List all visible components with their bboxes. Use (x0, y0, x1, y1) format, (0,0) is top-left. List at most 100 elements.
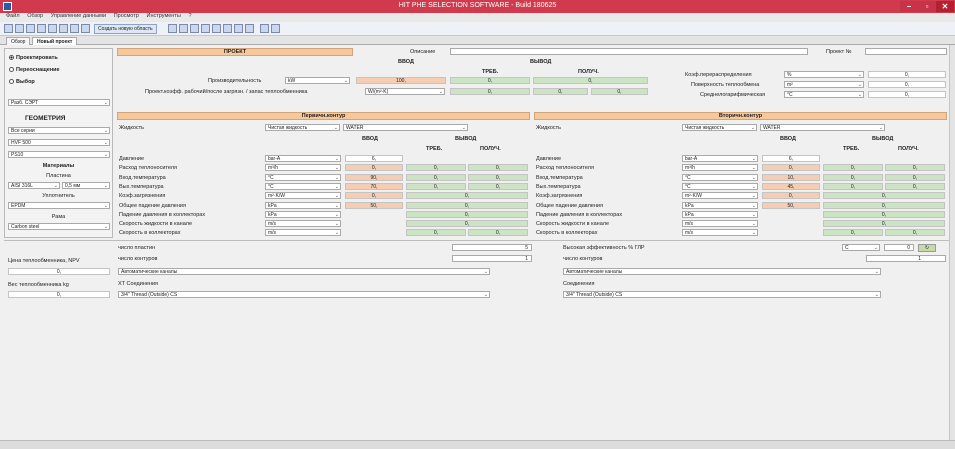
radio-select[interactable]: Выбор (9, 79, 109, 85)
report-icon[interactable] (201, 24, 210, 33)
save-icon[interactable] (26, 24, 35, 33)
primary-row-input[interactable]: 6, (345, 155, 403, 162)
secondary-row-unit-select[interactable]: kPa ⌄ (682, 201, 758, 209)
primary-row-unit-select[interactable]: bar-A ⌄ (265, 155, 341, 162)
connections2-select[interactable]: 3/4" Thread (Outside) CS ⌄ (563, 291, 881, 298)
menu-data[interactable]: Управление данными (51, 13, 106, 19)
primary-row-unit-select[interactable]: °C ⌄ (265, 182, 341, 190)
primary-row-unit-select[interactable]: °C ⌄ (265, 173, 341, 181)
tab-new-project[interactable]: Новый проект (32, 37, 78, 45)
capacity-unit-select[interactable]: kW ⌄ (285, 77, 350, 84)
menu-file[interactable]: Файл (6, 13, 20, 19)
description-input[interactable] (450, 48, 808, 55)
primary-row-unit-select[interactable]: kPa ⌄ (265, 210, 341, 218)
primary-fluid-type-select[interactable]: Чистая жидкость ⌄ (265, 124, 340, 131)
secondary-row-input[interactable]: 50, (762, 201, 820, 209)
secondary-row-input[interactable]: 0, (762, 192, 820, 200)
search-icon[interactable] (245, 24, 254, 33)
primary-row-input[interactable]: 50, (345, 201, 403, 209)
lmtd-unit-select[interactable]: °C ⌄ (784, 91, 864, 98)
secondary-row-unit-select[interactable]: bar-A ⌄ (682, 155, 758, 162)
capacity-input[interactable]: 100, (356, 77, 446, 84)
calc-icon[interactable] (168, 24, 177, 33)
close-button[interactable]: ✕ (936, 1, 954, 12)
secondary-row-unit-select[interactable]: m³/h ⌄ (682, 164, 758, 172)
secondary-row-input[interactable] (762, 229, 820, 236)
filter-icon[interactable] (234, 24, 243, 33)
redundancy-unit-select[interactable]: % ⌄ (784, 71, 864, 78)
vertical-scrollbar[interactable] (949, 45, 955, 440)
window-icon[interactable] (260, 24, 269, 33)
passes-input[interactable]: 1 (452, 255, 532, 262)
primary-row-input[interactable] (345, 220, 403, 227)
primary-row-input[interactable]: 0, (345, 164, 403, 172)
secondary-row-input[interactable]: 6, (762, 155, 820, 162)
radio-project[interactable]: Проектировать (9, 55, 109, 61)
efficiency-input[interactable]: 0 (884, 244, 914, 251)
efficiency-apply-icon[interactable]: ↻ (918, 244, 936, 252)
primary-row-input[interactable] (345, 229, 403, 236)
gasket-select[interactable]: EPDM ⌄ (8, 202, 110, 209)
primary-row-input[interactable]: 0, (345, 192, 403, 200)
menu-help[interactable]: ? (188, 13, 191, 19)
primary-row-unit-select[interactable]: m/s ⌄ (265, 229, 341, 237)
paste-icon[interactable] (81, 24, 90, 33)
tab-overview[interactable]: Обзор (6, 37, 31, 45)
htc-unit-select[interactable]: W/(m²·K) ⌄ (365, 88, 445, 95)
model-select[interactable]: HVF 500 ⌄ (8, 139, 110, 146)
new-file-icon[interactable] (4, 24, 13, 33)
plate-thickness-select[interactable]: 0,5 мм ⌄ (62, 182, 110, 189)
secondary-row-input[interactable]: 10, (762, 173, 820, 181)
passes2-input[interactable]: 1 (866, 255, 946, 262)
menu-view[interactable]: Обзор (27, 13, 43, 19)
area-unit-select[interactable]: m² ⌄ (784, 81, 864, 88)
connections-select[interactable]: 3/4" Thread (Outside) CS ⌄ (118, 291, 490, 298)
redo-icon[interactable] (59, 24, 68, 33)
minimize-button[interactable]: – (900, 1, 918, 12)
channels-select[interactable]: Автоматические каналы ⌄ (118, 268, 490, 275)
undo-icon[interactable] (48, 24, 57, 33)
secondary-fluid-select[interactable]: WATER ⌄ (760, 124, 885, 131)
primary-row-input[interactable]: 70, (345, 182, 403, 190)
radio-retrofit[interactable]: Переоснащение (9, 67, 109, 73)
secondary-row-unit-select[interactable]: m/s ⌄ (682, 220, 758, 228)
secondary-row-input[interactable]: 0, (762, 164, 820, 172)
secondary-fluid-type-select[interactable]: Чистая жидкость ⌄ (682, 124, 757, 131)
primary-row-input[interactable]: 90, (345, 173, 403, 181)
open-icon[interactable] (15, 24, 24, 33)
plates-input[interactable]: 5 (452, 244, 532, 251)
primary-row-unit-select[interactable]: m³/h ⌄ (265, 164, 341, 172)
secondary-row-unit-select[interactable]: °C ⌄ (682, 173, 758, 181)
secondary-row-unit-select[interactable]: kPa ⌄ (682, 210, 758, 218)
create-area-button[interactable]: Создать новую область (94, 24, 157, 34)
menu-tools[interactable]: Инструменты (147, 13, 181, 19)
frame-select[interactable]: Carbon steel ⌄ (8, 223, 110, 230)
primary-row-unit-select[interactable]: m²·K/W ⌄ (265, 192, 341, 200)
redundancy-value[interactable]: 0, (868, 71, 946, 78)
primary-fluid-select[interactable]: WATER ⌄ (343, 124, 468, 131)
print-icon[interactable] (37, 24, 46, 33)
plate-material-select[interactable]: AISI 316L ⌄ (8, 182, 60, 189)
primary-row-unit-select[interactable]: kPa ⌄ (265, 201, 341, 209)
efficiency-select[interactable]: С ⌄ (842, 244, 880, 251)
secondary-row-input[interactable] (762, 220, 820, 227)
table-icon[interactable] (190, 24, 199, 33)
project-no-input[interactable] (865, 48, 947, 55)
export-icon[interactable] (212, 24, 221, 33)
copy-icon[interactable] (70, 24, 79, 33)
secondary-row-unit-select[interactable]: m/s ⌄ (682, 229, 758, 237)
primary-row-input[interactable] (345, 211, 403, 218)
type-select[interactable]: Разб. СЭРТ ⌄ (8, 99, 110, 106)
menu-preview[interactable]: Просмотр (114, 13, 139, 19)
chart-icon[interactable] (179, 24, 188, 33)
maximize-button[interactable]: ▫ (918, 1, 936, 12)
secondary-row-input[interactable] (762, 211, 820, 218)
primary-row-unit-select[interactable]: m/s ⌄ (265, 220, 341, 228)
info-icon[interactable] (271, 24, 280, 33)
settings-icon[interactable] (223, 24, 232, 33)
secondary-row-input[interactable]: 45, (762, 182, 820, 190)
secondary-row-unit-select[interactable]: m²·K/W ⌄ (682, 192, 758, 200)
plate-type-select[interactable]: PS10 ⌄ (8, 151, 110, 158)
series-select[interactable]: Все серии ⌄ (8, 127, 110, 134)
secondary-row-unit-select[interactable]: °C ⌄ (682, 182, 758, 190)
